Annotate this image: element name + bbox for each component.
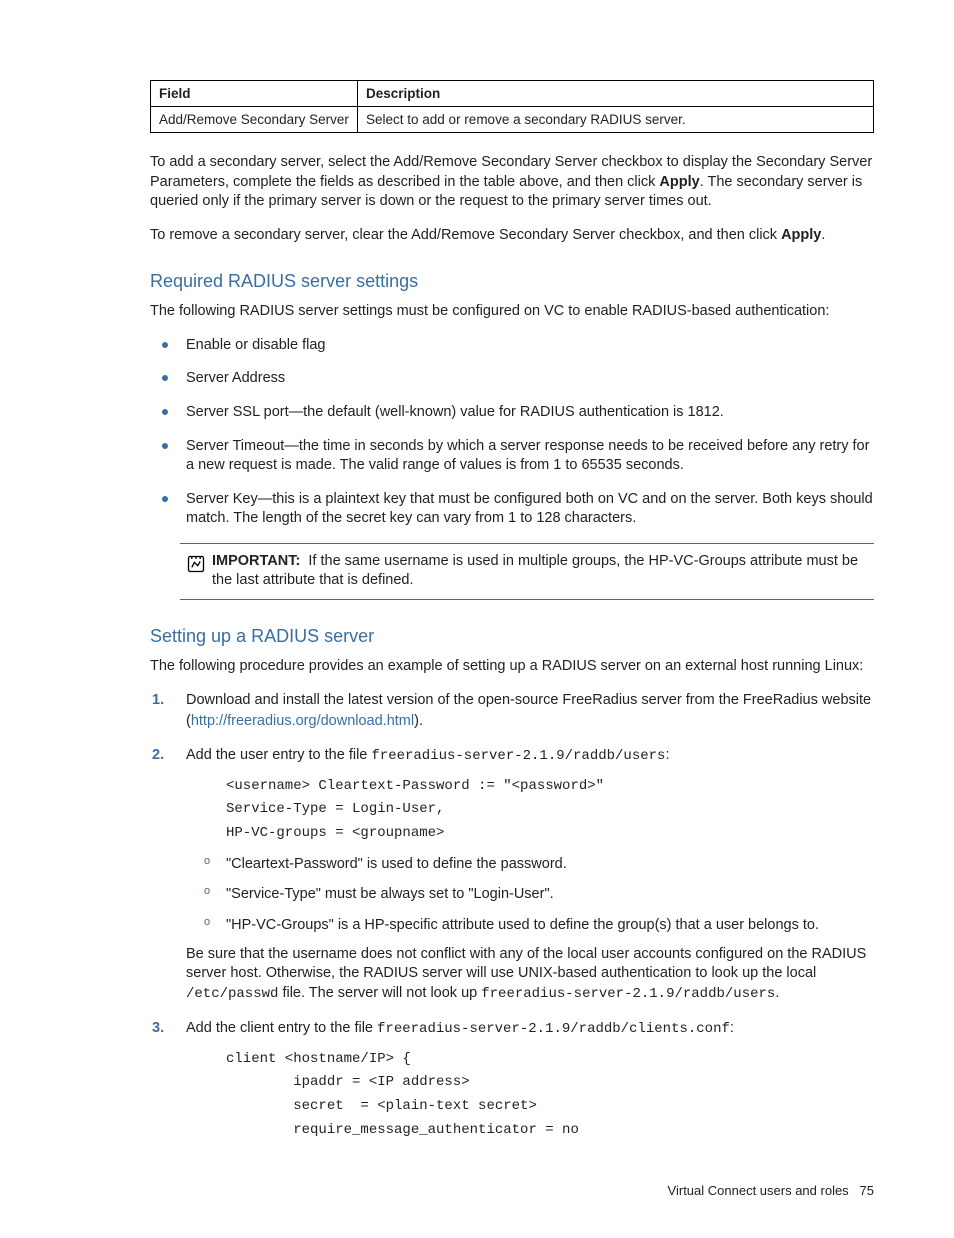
step-2: Add the user entry to the file freeradiu… [150,745,874,1004]
freeradius-link[interactable]: http://freeradius.org/download.html [191,713,414,729]
important-label: IMPORTANT: [212,553,300,569]
step2-note: Be sure that the username does not confl… [186,945,874,1004]
list-item: "HP-VC-Groups" is a HP-specific attribut… [204,915,874,935]
field-description-table: Field Description Add/Remove Secondary S… [150,80,874,133]
list-item: Enable or disable flag [150,336,874,356]
heading-required-settings: Required RADIUS server settings [150,271,874,292]
list-item: "Cleartext-Password" is used to define t… [204,854,874,874]
paragraph-add-secondary: To add a secondary server, select the Ad… [150,153,874,212]
table-cell-field: Add/Remove Secondary Server [151,107,358,133]
important-text: IMPORTANT: If the same username is used … [212,552,874,591]
important-icon [180,552,212,578]
step2-sublist: "Cleartext-Password" is used to define t… [204,854,874,935]
paragraph-remove-secondary: To remove a secondary server, clear the … [150,226,874,246]
users-file-path: freeradius-server-2.1.9/raddb/users [371,748,665,764]
step-1: Download and install the latest version … [150,690,874,731]
table-row: Add/Remove Secondary Server Select to ad… [151,107,874,133]
heading-setting-up: Setting up a RADIUS server [150,626,874,647]
clients-file-code: client <hostname/IP> { ipaddr = <IP addr… [226,1048,874,1143]
document-page: Field Description Add/Remove Secondary S… [0,0,954,1238]
list-item: Server Key—this is a plaintext key that … [150,490,874,529]
required-settings-list: Enable or disable flag Server Address Se… [150,336,874,529]
apply-label: Apply [659,174,699,190]
page-footer: Virtual Connect users and roles 75 [150,1183,874,1198]
list-item: "Service-Type" must be always set to "Lo… [204,884,874,904]
list-item: Server SSL port—the default (well-known)… [150,403,874,423]
required-settings-intro: The following RADIUS server settings mus… [150,302,874,322]
table-cell-description: Select to add or remove a secondary RADI… [358,107,874,133]
table-header-description: Description [358,81,874,107]
footer-page-number: 75 [860,1183,874,1198]
setting-up-intro: The following procedure provides an exam… [150,657,874,677]
step-3: Add the client entry to the file freerad… [150,1018,874,1143]
footer-section: Virtual Connect users and roles [668,1183,849,1198]
clients-file-path: freeradius-server-2.1.9/raddb/clients.co… [377,1021,730,1037]
apply-label: Apply [781,227,821,243]
important-callout: IMPORTANT: If the same username is used … [180,543,874,600]
list-item: Server Address [150,369,874,389]
table-header-field: Field [151,81,358,107]
users-file-code: <username> Cleartext-Password := "<passw… [226,775,874,846]
list-item: Server Timeout—the time in seconds by wh… [150,437,874,476]
setup-steps: Download and install the latest version … [150,690,874,1142]
